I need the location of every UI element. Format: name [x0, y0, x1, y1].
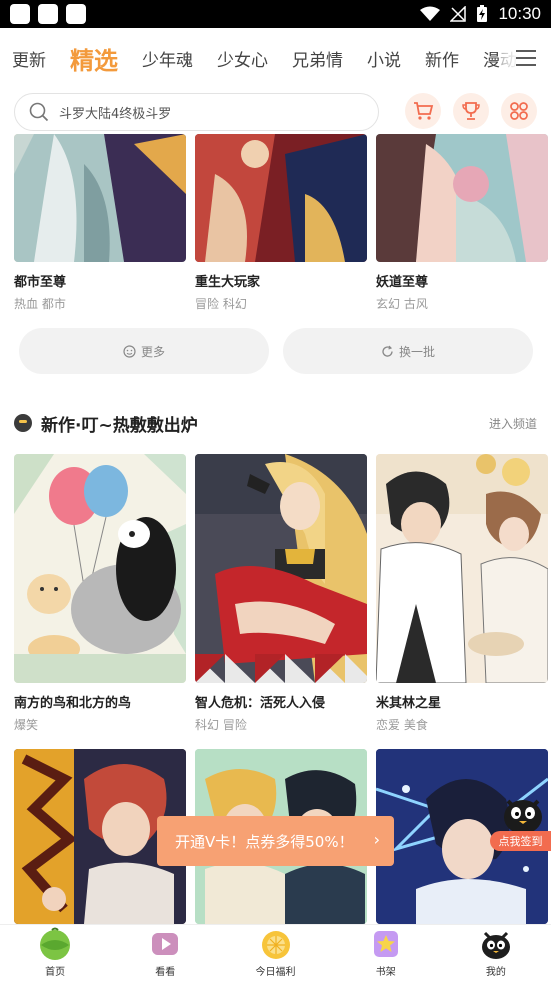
- more-label: 更多: [140, 344, 165, 359]
- refresh-button[interactable]: 换一批: [283, 328, 533, 374]
- nav-home-label: 首页: [45, 967, 66, 978]
- star-shelf-icon: [373, 931, 398, 957]
- notification-icons: [10, 4, 86, 24]
- section-icon: [14, 414, 32, 432]
- tab-featured[interactable]: 精选: [70, 41, 118, 76]
- shop-button[interactable]: [405, 93, 441, 129]
- enter-channel-link[interactable]: 进入频道: [489, 415, 537, 432]
- comic-tags: 玄幻 古风: [376, 297, 428, 311]
- tab-novel[interactable]: 小说: [367, 46, 401, 71]
- comic-title: 智人危机：活死人入侵: [195, 696, 326, 711]
- comic-card[interactable]: 都市至尊 热血 都市: [14, 134, 186, 312]
- categories-button[interactable]: [501, 93, 537, 129]
- promo-text: 开通V卡！点券多得50%！: [175, 832, 354, 851]
- lemon-gift-icon: [261, 931, 290, 959]
- tab-shonen[interactable]: 少年魂: [142, 46, 193, 71]
- tab-new[interactable]: 新作: [425, 46, 459, 71]
- nav-profile[interactable]: 我的: [441, 925, 551, 981]
- nav-welfare[interactable]: 今日福利: [220, 925, 330, 981]
- nav-welfare-label: 今日福利: [255, 967, 296, 978]
- comic-cover: [14, 454, 186, 683]
- notification-icon: [66, 4, 86, 24]
- trophy-icon: [462, 102, 480, 120]
- menu-icon: [516, 50, 536, 66]
- comic-cover: [376, 134, 548, 262]
- no-signal-icon: [450, 6, 467, 22]
- comic-card[interactable]: 重生大玩家 冒险 科幻: [195, 134, 367, 312]
- smile-icon: [123, 344, 136, 358]
- system-indicators: 10:30: [420, 4, 541, 24]
- tab-bromance[interactable]: 兄弟情: [292, 46, 343, 71]
- clock: 10:30: [498, 4, 541, 23]
- penguin-profile-icon: [481, 931, 510, 959]
- search-icon: [29, 102, 49, 122]
- comic-card[interactable]: 南方的鸟和北方的鸟 爆笑: [14, 454, 186, 733]
- refresh-label: 换一批: [398, 344, 435, 359]
- nav-watch[interactable]: 看看: [110, 925, 220, 981]
- comic-card[interactable]: 妖道至尊 玄幻 古风: [376, 134, 548, 312]
- home-melon-icon: [40, 927, 71, 960]
- promo-arrow-icon: ›: [373, 830, 380, 849]
- penguin-mascot-icon: [504, 799, 542, 834]
- comic-cover: [14, 134, 186, 262]
- feed-content: 都市至尊 热血 都市 重生大玩家 冒险 科幻 妖道至尊 玄幻 古风 更多 换一批…: [0, 134, 551, 924]
- category-tabs: 更新 精选 少年魂 少女心 兄弟情 小说 新作 漫动: [0, 28, 551, 88]
- comic-title: 重生大玩家: [195, 275, 261, 290]
- bottom-nav: 首页 看看 今日福利 书架 我的: [0, 924, 551, 981]
- comic-grid-hot: 都市至尊 热血 都市 重生大玩家 冒险 科幻 妖道至尊 玄幻 古风: [14, 134, 548, 312]
- section-title: 新作·叮~热敷敷出炉: [41, 415, 198, 436]
- app-screen: 10:30 更新 精选 少年魂 少女心 兄弟情 小说 新作 漫动 斗罗大陆4终极…: [0, 0, 551, 981]
- nav-watch-label: 看看: [155, 967, 176, 978]
- video-play-icon: [152, 933, 179, 955]
- nav-home[interactable]: 首页: [0, 925, 110, 981]
- comic-title: 南方的鸟和北方的鸟: [14, 696, 132, 711]
- comic-tags: 恋爱 美食: [376, 718, 428, 732]
- notification-icon: [10, 4, 30, 24]
- search-placeholder: 斗罗大陆4终极斗罗: [59, 106, 172, 122]
- menu-button[interactable]: [501, 28, 551, 88]
- search-input[interactable]: 斗罗大陆4终极斗罗: [14, 93, 379, 131]
- grid-icon: [510, 102, 528, 120]
- section-header: 新作·叮~热敷敷出炉 进入频道: [14, 410, 537, 436]
- comic-card[interactable]: 米其林之星 恋爱 美食: [376, 454, 548, 733]
- battery-charging-icon: [477, 5, 488, 22]
- comic-title: 米其林之星: [376, 696, 442, 711]
- tab-shoujo[interactable]: 少女心: [217, 46, 268, 71]
- comic-cover: [376, 454, 548, 683]
- status-bar: 10:30: [0, 0, 551, 28]
- comic-title: 妖道至尊: [376, 275, 429, 290]
- sign-in-label: 点我签到: [490, 831, 551, 851]
- nav-profile-label: 我的: [485, 967, 506, 978]
- more-button[interactable]: 更多: [19, 328, 269, 374]
- ranking-button[interactable]: [453, 93, 489, 129]
- tab-update[interactable]: 更新: [12, 46, 46, 71]
- comic-cover: [195, 134, 367, 262]
- comic-grid-new: 南方的鸟和北方的鸟 爆笑 智人危机：活死人入侵 科幻 冒险 米其林之星 恋爱 美…: [14, 454, 548, 733]
- sign-in-float-button[interactable]: 点我签到: [486, 793, 551, 853]
- comic-tags: 科幻 冒险: [195, 718, 247, 732]
- nav-bookshelf[interactable]: 书架: [331, 925, 441, 981]
- refresh-icon: [382, 345, 393, 357]
- wifi-icon: [420, 6, 441, 21]
- comic-tags: 热血 都市: [14, 297, 66, 311]
- comic-tags: 冒险 科幻: [195, 297, 247, 311]
- comic-cover: [195, 454, 367, 683]
- nav-bookshelf-label: 书架: [375, 967, 396, 978]
- search-row: 斗罗大陆4终极斗罗: [0, 90, 551, 134]
- comic-title: 都市至尊: [14, 275, 67, 290]
- cart-icon: [414, 102, 434, 120]
- comic-card[interactable]: 智人危机：活死人入侵 科幻 冒险: [195, 454, 367, 733]
- notification-icon: [38, 4, 58, 24]
- vip-promo-banner[interactable]: 开通V卡！点券多得50%！ ›: [157, 816, 394, 866]
- comic-tags: 爆笑: [14, 718, 39, 732]
